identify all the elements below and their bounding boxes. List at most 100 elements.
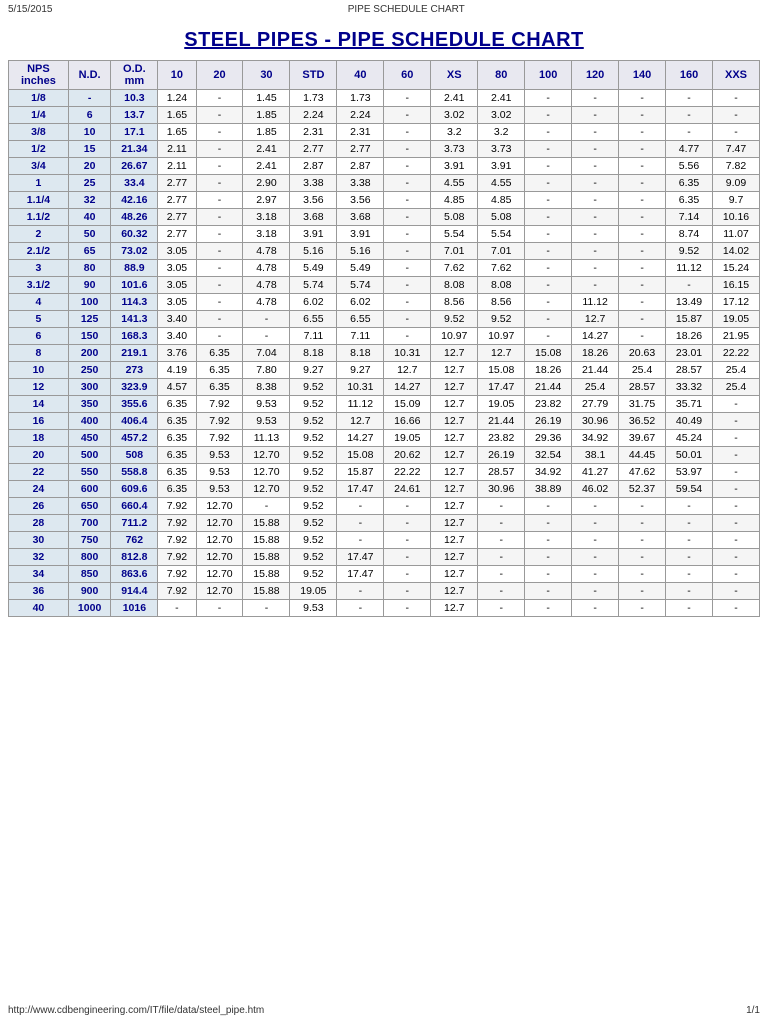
table-row: 24600609.66.359.5312.709.5217.4724.6112.… — [9, 481, 760, 498]
col-nps: NPSinches — [9, 61, 69, 90]
cell-r20-c14: 45.24 — [666, 430, 713, 447]
cell-r3-c4: - — [196, 141, 243, 158]
cell-r29-c14: - — [666, 583, 713, 600]
cell-r8-c10: 5.54 — [478, 226, 525, 243]
cell-r28-c4: 12.70 — [196, 566, 243, 583]
cell-r2-c12: - — [572, 124, 619, 141]
cell-r20-c1: 450 — [68, 430, 111, 447]
cell-r30-c0: 40 — [9, 600, 69, 617]
cell-r0-c14: - — [666, 90, 713, 107]
cell-r9-c7: 5.16 — [337, 243, 384, 260]
cell-r28-c6: 9.52 — [290, 566, 337, 583]
cell-r0-c9: 2.41 — [431, 90, 478, 107]
cell-r3-c9: 3.73 — [431, 141, 478, 158]
cell-r27-c0: 32 — [9, 549, 69, 566]
cell-r0-c7: 1.73 — [337, 90, 384, 107]
cell-r21-c8: 20.62 — [384, 447, 431, 464]
cell-r4-c15: 7.82 — [713, 158, 760, 175]
cell-r10-c1: 80 — [68, 260, 111, 277]
cell-r11-c12: - — [572, 277, 619, 294]
cell-r19-c7: 12.7 — [337, 413, 384, 430]
cell-r18-c5: 9.53 — [243, 396, 290, 413]
cell-r9-c2: 73.02 — [111, 243, 158, 260]
cell-r28-c0: 34 — [9, 566, 69, 583]
cell-r6-c12: - — [572, 192, 619, 209]
cell-r16-c3: 4.19 — [158, 362, 196, 379]
cell-r23-c5: 12.70 — [243, 481, 290, 498]
cell-r30-c8: - — [384, 600, 431, 617]
cell-r7-c15: 10.16 — [713, 209, 760, 226]
cell-r8-c4: - — [196, 226, 243, 243]
table-row: 12300323.94.576.358.389.5210.3114.2712.7… — [9, 379, 760, 396]
cell-r26-c1: 750 — [68, 532, 111, 549]
cell-r0-c1: - — [68, 90, 111, 107]
cell-r17-c6: 9.52 — [290, 379, 337, 396]
cell-r14-c9: 10.97 — [431, 328, 478, 345]
cell-r10-c7: 5.49 — [337, 260, 384, 277]
cell-r6-c14: 6.35 — [666, 192, 713, 209]
cell-r7-c8: - — [384, 209, 431, 226]
cell-r23-c12: 46.02 — [572, 481, 619, 498]
cell-r19-c9: 12.7 — [431, 413, 478, 430]
cell-r2-c5: 1.85 — [243, 124, 290, 141]
cell-r8-c15: 11.07 — [713, 226, 760, 243]
cell-r2-c15: - — [713, 124, 760, 141]
cell-r27-c9: 12.7 — [431, 549, 478, 566]
cell-r27-c2: 812.8 — [111, 549, 158, 566]
cell-r30-c7: - — [337, 600, 384, 617]
cell-r5-c11: - — [525, 175, 572, 192]
cell-r19-c6: 9.52 — [290, 413, 337, 430]
cell-r26-c0: 30 — [9, 532, 69, 549]
cell-r25-c13: - — [619, 515, 666, 532]
cell-r10-c3: 3.05 — [158, 260, 196, 277]
cell-r22-c4: 9.53 — [196, 464, 243, 481]
cell-r0-c4: - — [196, 90, 243, 107]
cell-r17-c2: 323.9 — [111, 379, 158, 396]
cell-r27-c3: 7.92 — [158, 549, 196, 566]
cell-r9-c10: 7.01 — [478, 243, 525, 260]
cell-r10-c8: - — [384, 260, 431, 277]
cell-r14-c11: - — [525, 328, 572, 345]
cell-r16-c13: 25.4 — [619, 362, 666, 379]
cell-r4-c6: 2.87 — [290, 158, 337, 175]
cell-r25-c4: 12.70 — [196, 515, 243, 532]
cell-r30-c14: - — [666, 600, 713, 617]
cell-r3-c12: - — [572, 141, 619, 158]
cell-r6-c1: 32 — [68, 192, 111, 209]
table-row: 205005086.359.5312.709.5215.0820.6212.72… — [9, 447, 760, 464]
cell-r17-c14: 33.32 — [666, 379, 713, 396]
cell-r4-c5: 2.41 — [243, 158, 290, 175]
cell-r9-c0: 2.1/2 — [9, 243, 69, 260]
cell-r27-c7: 17.47 — [337, 549, 384, 566]
cell-r8-c12: - — [572, 226, 619, 243]
cell-r6-c2: 42.16 — [111, 192, 158, 209]
cell-r1-c10: 3.02 — [478, 107, 525, 124]
cell-r30-c12: - — [572, 600, 619, 617]
cell-r19-c15: - — [713, 413, 760, 430]
cell-r16-c12: 21.44 — [572, 362, 619, 379]
cell-r4-c11: - — [525, 158, 572, 175]
cell-r13-c14: 15.87 — [666, 311, 713, 328]
cell-r22-c11: 34.92 — [525, 464, 572, 481]
cell-r5-c6: 3.38 — [290, 175, 337, 192]
table-row: 5125141.33.40--6.556.55-9.529.52-12.7-15… — [9, 311, 760, 328]
cell-r20-c9: 12.7 — [431, 430, 478, 447]
cell-r28-c2: 863.6 — [111, 566, 158, 583]
cell-r21-c1: 500 — [68, 447, 111, 464]
cell-r5-c15: 9.09 — [713, 175, 760, 192]
cell-r27-c5: 15.88 — [243, 549, 290, 566]
cell-r2-c8: - — [384, 124, 431, 141]
cell-r7-c10: 5.08 — [478, 209, 525, 226]
cell-r11-c1: 90 — [68, 277, 111, 294]
cell-r15-c15: 22.22 — [713, 345, 760, 362]
cell-r9-c15: 14.02 — [713, 243, 760, 260]
cell-r6-c10: 4.85 — [478, 192, 525, 209]
table-row: 3.1/290101.63.05-4.785.745.74-8.088.08--… — [9, 277, 760, 294]
cell-r19-c13: 36.52 — [619, 413, 666, 430]
cell-r5-c14: 6.35 — [666, 175, 713, 192]
cell-r17-c9: 12.7 — [431, 379, 478, 396]
footer-page: 1/1 — [746, 1005, 760, 1016]
table-row: 28700711.27.9212.7015.889.52--12.7------ — [9, 515, 760, 532]
cell-r23-c7: 17.47 — [337, 481, 384, 498]
cell-r30-c9: 12.7 — [431, 600, 478, 617]
